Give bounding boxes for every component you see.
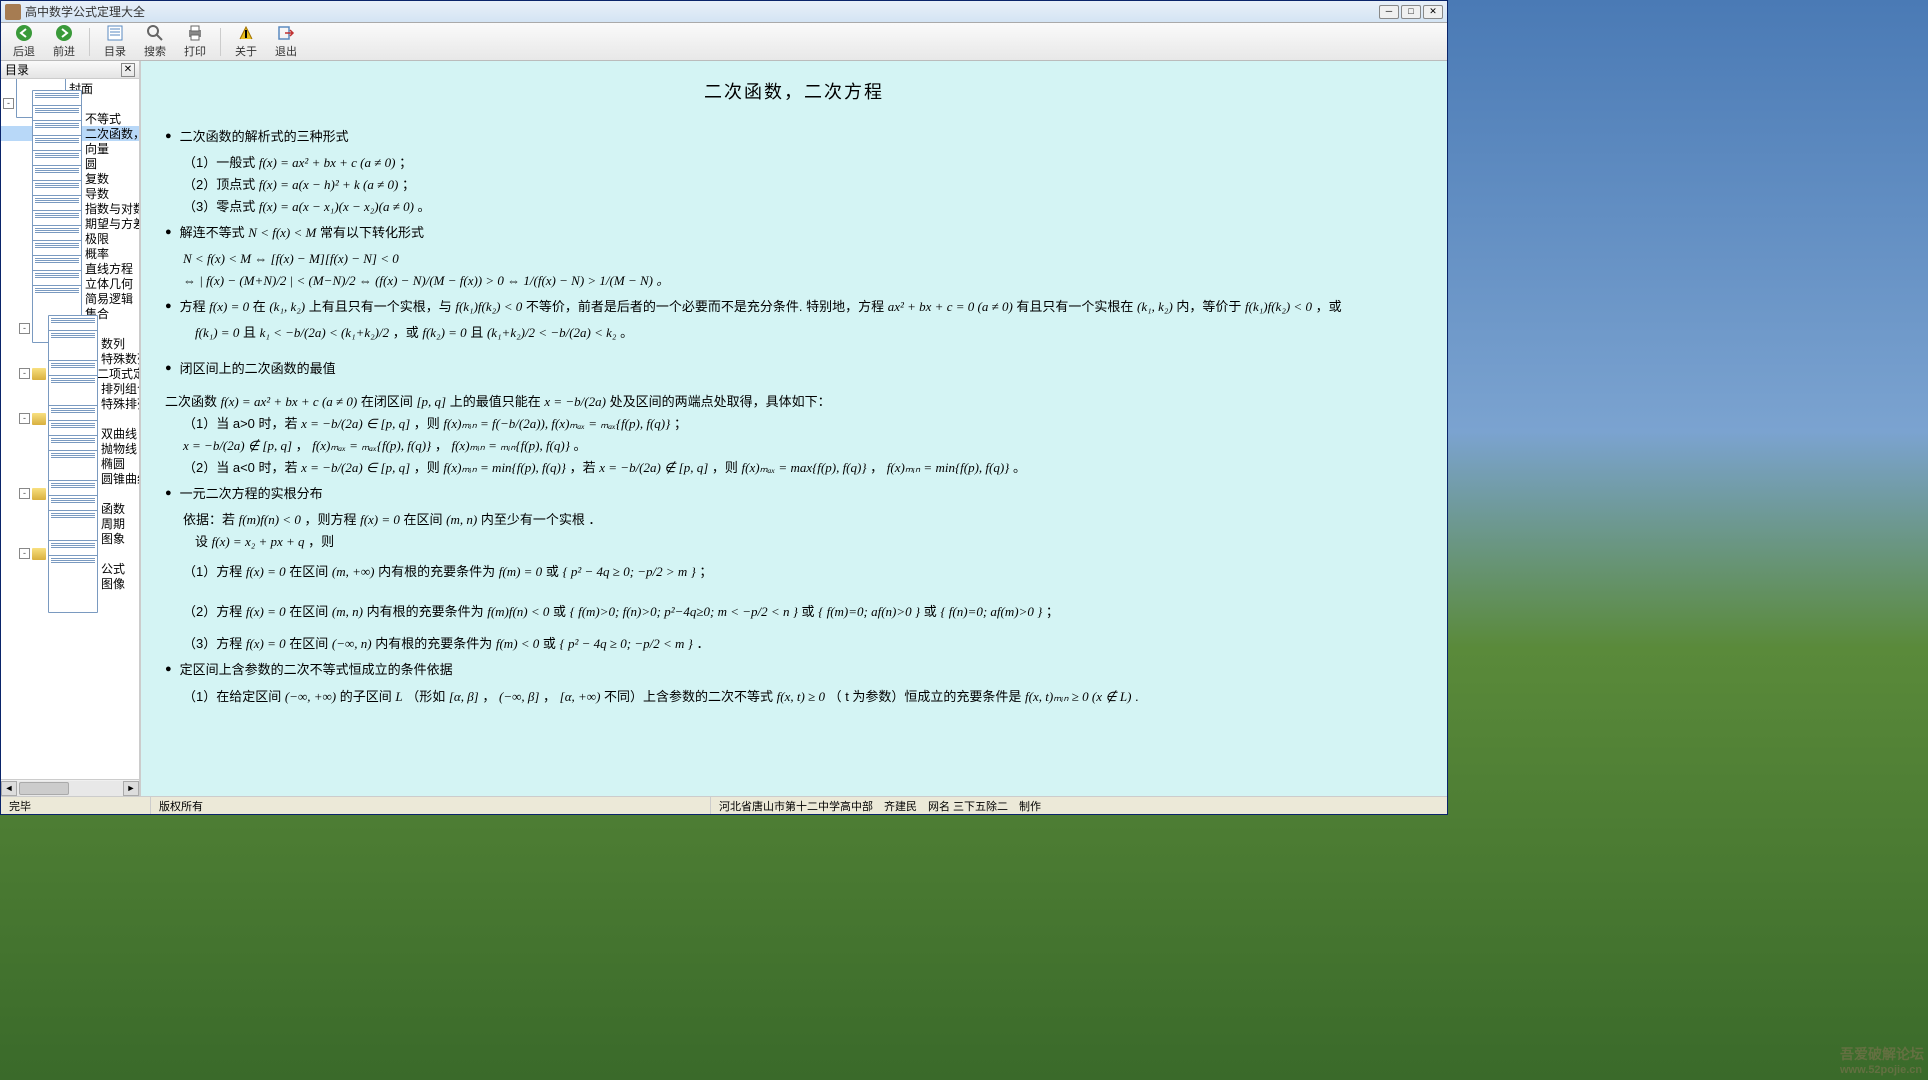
status-right: 河北省唐山市第十二中学高中部 齐建民 网名 三下五除二 制作: [711, 797, 1447, 814]
heading-closed-interval: 闭区间上的二次函数的最值: [180, 358, 336, 380]
toolbar-label: 后退: [13, 43, 35, 59]
toolbar-label: 目录: [104, 43, 126, 59]
tree-label: 圆锥曲线共性问题: [101, 470, 139, 487]
exit-icon: [277, 24, 295, 42]
folder-icon: [32, 368, 46, 380]
tree-toggle-icon[interactable]: -: [19, 548, 30, 559]
minimize-button[interactable]: ─: [1379, 5, 1399, 19]
toolbar-search-button[interactable]: 搜索: [140, 23, 170, 60]
folder-icon: [32, 413, 46, 425]
toc-tree: 封面-常用公式不等式二次函数，二次方程向量圆复数导数指数与对数期望与方差极限概率…: [1, 79, 139, 779]
print-icon: [186, 24, 204, 42]
heading-root-dist: 一元二次方程的实根分布: [180, 483, 323, 505]
scroll-left-icon[interactable]: ◄: [1, 781, 17, 796]
toolbar-forward-button[interactable]: 前进: [49, 23, 79, 60]
toc-icon: [106, 24, 124, 42]
app-icon: [5, 4, 21, 20]
window-title: 高中数学公式定理大全: [25, 3, 1379, 20]
tree-toggle-icon[interactable]: -: [3, 98, 14, 109]
formula: ⇔ | f(x) − (M+N)/2 | < (M−N)/2 ⇔ (f(x) −…: [183, 270, 1423, 292]
toolbar-label: 搜索: [144, 43, 166, 59]
formula: f(x) = a(x − x₁)(x − x₂)(a ≠ 0): [259, 199, 414, 214]
tree-node[interactable]: 图像: [1, 576, 139, 591]
toolbar: 后退 前进 目录 搜索 打印 关于 退出: [1, 23, 1447, 61]
sidebar-title: 目录: [5, 61, 29, 78]
tree-toggle-icon[interactable]: -: [19, 488, 30, 499]
page-icon: [48, 555, 98, 613]
toolbar-label: 前进: [53, 43, 75, 59]
sidebar-close-button[interactable]: ✕: [121, 63, 135, 77]
toolbar-back-button[interactable]: 后退: [9, 23, 39, 60]
sidebar-hscroll[interactable]: ◄ ►: [1, 779, 139, 796]
content-pane: 二次函数，二次方程 二次函数的解析式的三种形式 （1）一般式 f(x) = ax…: [141, 61, 1447, 796]
tree-toggle-icon[interactable]: -: [19, 323, 30, 334]
formula: N < f(x) < M ⇔ [f(x) − M][f(x) − N] < 0: [183, 248, 1423, 270]
page-title: 二次函数，二次方程: [165, 77, 1423, 108]
formula: f(x) = a(x − h)² + k (a ≠ 0): [259, 177, 399, 192]
back-icon: [15, 24, 33, 42]
toolbar-label: 退出: [275, 43, 297, 59]
scroll-right-icon[interactable]: ►: [123, 781, 139, 796]
status-left: 完毕: [1, 797, 151, 814]
tree-toggle-icon[interactable]: -: [19, 368, 30, 379]
titlebar: 高中数学公式定理大全 ─ □ ✕: [1, 1, 1447, 23]
formula: f(x) = ax² + bx + c (a ≠ 0): [259, 155, 396, 170]
toolbar-print-button[interactable]: 打印: [180, 23, 210, 60]
search-icon: [146, 24, 164, 42]
sidebar: 目录 ✕ 封面-常用公式不等式二次函数，二次方程向量圆复数导数指数与对数期望与方…: [1, 61, 141, 796]
toolbar-about-button[interactable]: 关于: [231, 23, 261, 60]
folder-icon: [32, 488, 46, 500]
toolbar-toc-button[interactable]: 目录: [100, 23, 130, 60]
heading-param: 定区间上含参数的二次不等式恒成立的条件依据: [180, 659, 453, 681]
folder-icon: [32, 548, 46, 560]
tree-label: 特殊排列: [101, 395, 139, 412]
tree-label: 图像: [101, 575, 125, 592]
close-button[interactable]: ✕: [1423, 5, 1443, 19]
heading-forms: 二次函数的解析式的三种形式: [180, 126, 349, 148]
toolbar-label: 关于: [235, 43, 257, 59]
toolbar-exit-button[interactable]: 退出: [271, 23, 301, 60]
statusbar: 完毕 版权所有 河北省唐山市第十二中学高中部 齐建民 网名 三下五除二 制作: [1, 796, 1447, 814]
toolbar-label: 打印: [184, 43, 206, 59]
forward-icon: [55, 24, 73, 42]
tree-label: 图象: [101, 530, 125, 547]
status-mid: 版权所有: [151, 797, 711, 814]
tree-toggle-icon[interactable]: -: [19, 413, 30, 424]
sidebar-header: 目录 ✕: [1, 61, 139, 79]
watermark: 吾爱破解论坛 www.52pojie.cn: [1840, 1044, 1924, 1076]
maximize-button[interactable]: □: [1401, 5, 1421, 19]
about-icon: [237, 24, 255, 42]
